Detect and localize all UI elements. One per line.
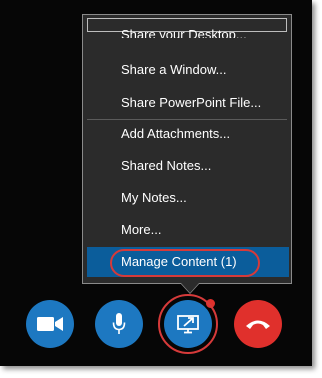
microphone-icon — [112, 313, 126, 334]
menu-item-label: My Notes... — [121, 190, 187, 205]
menu-item-more[interactable]: More... — [121, 222, 161, 238]
menu-item-share-desktop[interactable]: Share your Desktop... — [121, 26, 247, 38]
menu-item-label: Share a Window... — [121, 62, 227, 77]
video-button[interactable] — [26, 300, 74, 348]
video-camera-icon — [37, 317, 63, 331]
annotation-circle-share-button — [158, 294, 218, 354]
menu-item-label: Shared Notes... — [121, 158, 212, 173]
menu-pointer — [181, 283, 199, 293]
menu-item-share-powerpoint[interactable]: Share PowerPoint File... — [121, 95, 261, 111]
annotation-circle-manage-content — [110, 249, 260, 277]
hang-up-button[interactable] — [234, 300, 282, 348]
menu-separator — [87, 119, 287, 120]
menu-item-label: Add Attachments... — [121, 126, 231, 141]
microphone-button[interactable] — [95, 300, 143, 348]
menu-item-label: More... — [121, 222, 162, 237]
share-content-menu: Share your Desktop... Share a Window... … — [82, 14, 292, 284]
menu-item-shared-notes[interactable]: Shared Notes... — [121, 158, 211, 174]
menu-item-label: Share your Desktop... — [121, 27, 247, 38]
menu-item-share-window[interactable]: Share a Window... — [121, 62, 227, 78]
menu-item-add-attachments[interactable]: Add Attachments... — [121, 126, 230, 142]
meeting-window: Share your Desktop... Share a Window... … — [0, 0, 312, 366]
menu-item-my-notes[interactable]: My Notes... — [121, 190, 187, 206]
hang-up-icon — [246, 320, 270, 329]
menu-item-label: Share PowerPoint File... — [121, 95, 262, 110]
